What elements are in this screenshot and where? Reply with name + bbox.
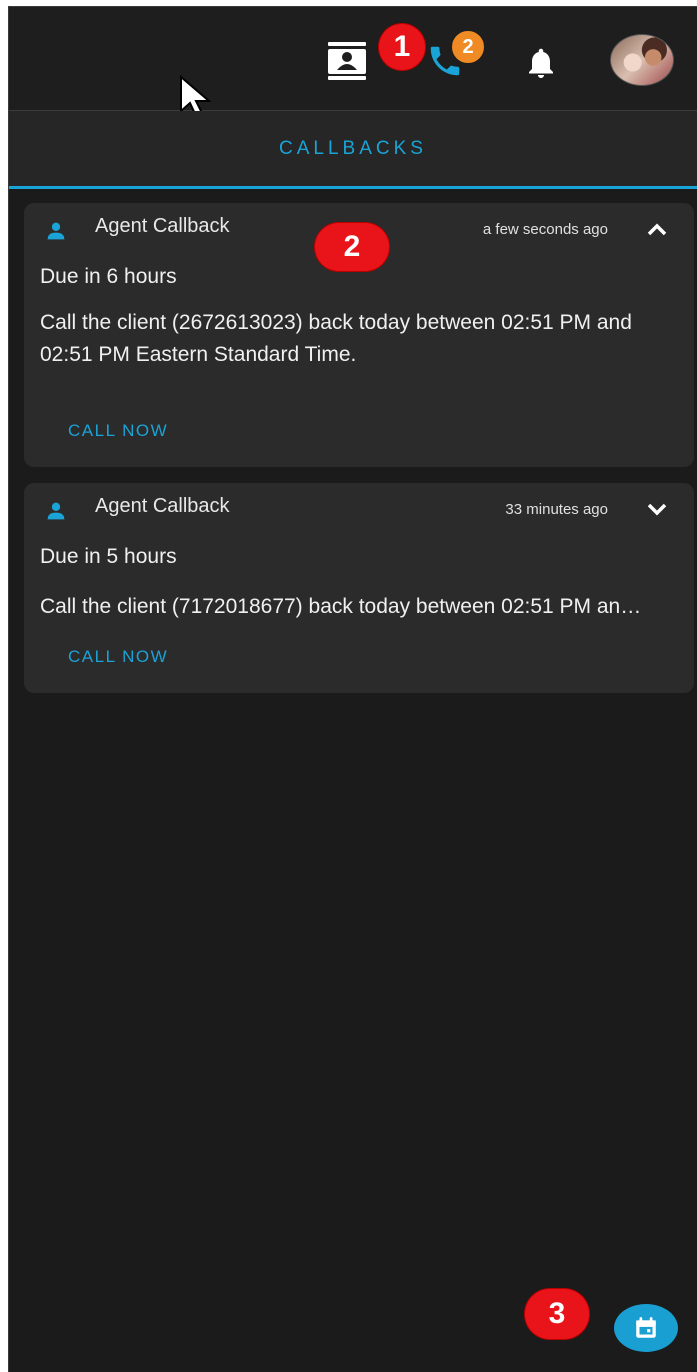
avatar[interactable]: [610, 34, 674, 86]
tab-callbacks[interactable]: CALLBACKS: [279, 138, 427, 160]
callback-card: Agent Callback 33 minutes ago Due in 5 h…: [24, 483, 694, 693]
annotation-marker-1: 1: [379, 24, 425, 70]
callback-time: a few seconds ago: [482, 221, 608, 238]
phone-badge-count: 2: [450, 29, 486, 65]
callback-description: Call the client (2672613023) back today …: [40, 311, 632, 366]
person-icon: [47, 222, 65, 240]
callbacks-tab-bar: CALLBACKS: [9, 111, 697, 189]
callback-due: Due in 5 hours: [40, 545, 177, 568]
annotation-marker-3: 3: [525, 1289, 589, 1339]
callback-title: Agent Callback: [95, 495, 230, 517]
contact-card-icon[interactable]: [325, 41, 369, 81]
call-now-button[interactable]: CALL NOW: [68, 421, 168, 441]
top-bar: 2 1: [9, 7, 697, 120]
callback-time: 33 minutes ago: [505, 501, 608, 518]
person-icon: [47, 502, 65, 520]
bell-icon[interactable]: [519, 41, 563, 85]
callback-description: Call the client (7172018677) back today …: [40, 595, 648, 618]
annotation-marker-2: 2: [315, 223, 389, 271]
callback-title: Agent Callback: [95, 215, 230, 237]
schedule-callback-button[interactable]: [614, 1304, 678, 1352]
callback-card-header[interactable]: Agent Callback 33 minutes ago: [24, 483, 694, 533]
callback-due: Due in 6 hours: [40, 265, 177, 288]
calendar-icon: [636, 1317, 656, 1338]
chevron-up-icon[interactable]: [646, 221, 668, 237]
chevron-down-icon[interactable]: [646, 501, 668, 517]
call-now-button[interactable]: CALL NOW: [68, 647, 168, 667]
app-window: 2 1 CALLBACKS Agent Callback a few secon…: [8, 6, 697, 1372]
